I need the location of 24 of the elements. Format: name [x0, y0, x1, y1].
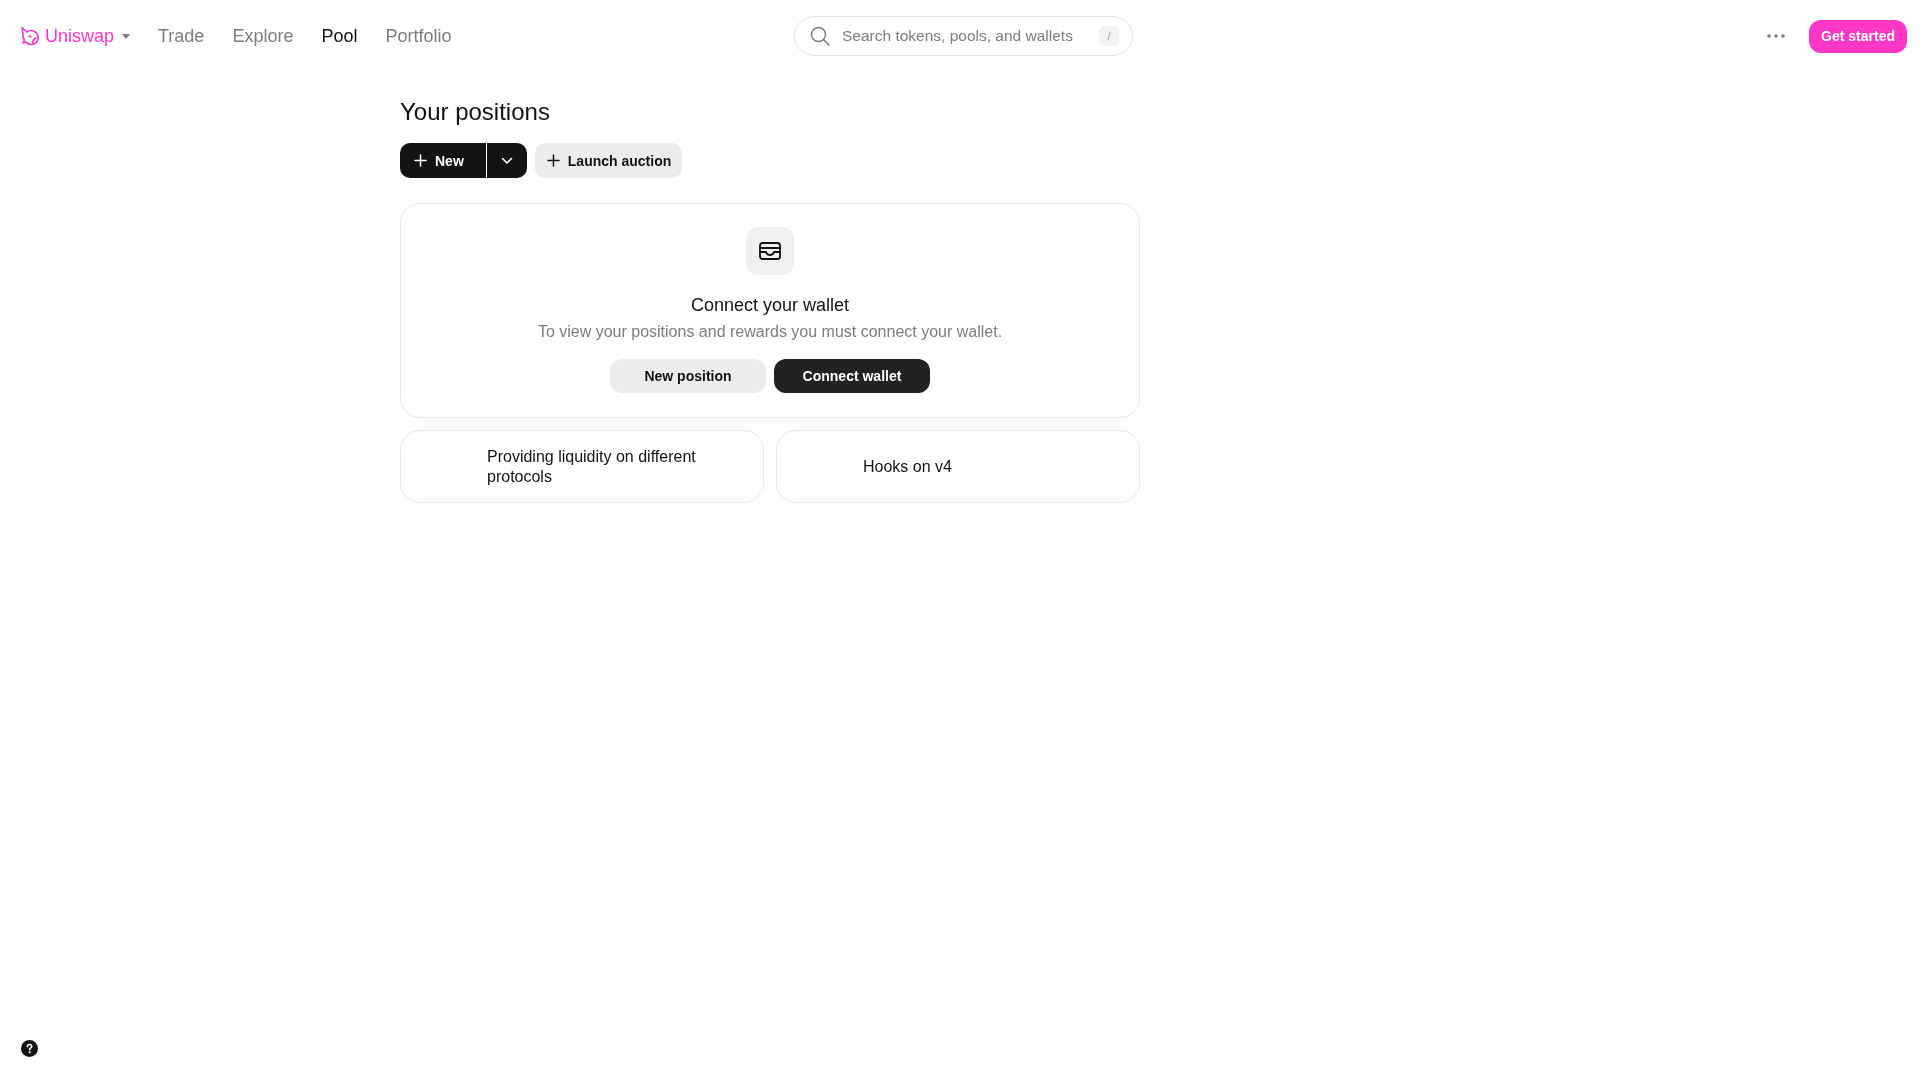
new-button[interactable]: New [400, 143, 486, 178]
launch-auction-button[interactable]: Launch auction [534, 143, 683, 178]
nav-link[interactable]: Portfolio [385, 25, 452, 47]
info-card[interactable]: Providing liquidity on different protocols [400, 430, 764, 503]
wallet-icon [746, 227, 794, 275]
chevron-down-icon [500, 156, 513, 165]
new-position-button[interactable]: New position [610, 359, 766, 393]
caret-down-icon [122, 33, 131, 39]
connect-wallet-button[interactable]: Connect wallet [774, 359, 930, 393]
shortcut-key: / [1099, 26, 1119, 46]
dropdown-button[interactable] [485, 143, 527, 178]
nav-link[interactable]: Trade [158, 25, 205, 47]
nav-link[interactable]: Pool [321, 25, 358, 47]
info-card[interactable]: Hooks on v4 [776, 430, 1140, 503]
search-icon [810, 26, 830, 46]
logo-icon [20, 26, 40, 46]
plus-icon [414, 154, 427, 167]
plus-icon [546, 154, 560, 167]
card-description: To view your positions and rewards you must connect your wallet. [537, 322, 1003, 342]
help-icon[interactable] [21, 1040, 38, 1057]
more-icon [1767, 34, 1786, 38]
card-title: Connect your wallet [690, 294, 850, 317]
page-title: Your positions [400, 97, 550, 127]
nav-link[interactable]: Explore [232, 25, 294, 47]
